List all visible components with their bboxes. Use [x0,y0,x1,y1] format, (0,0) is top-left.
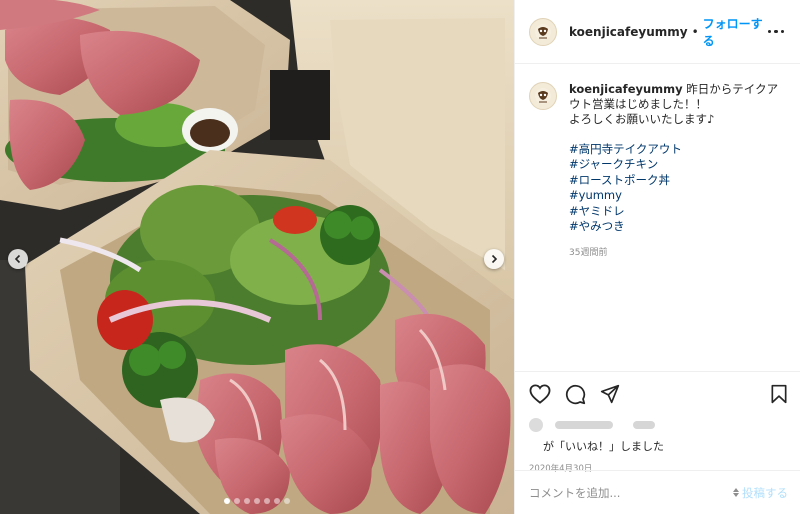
hashtag-link[interactable]: #高円寺テイクアウト [569,142,778,157]
caption-text: 昨日からテイクア [686,82,779,96]
carousel-dot [264,498,270,504]
cafe-logo-icon [535,23,551,40]
carousel-dot [254,498,260,504]
comment-button[interactable] [565,384,586,405]
caption-avatar[interactable] [529,82,557,110]
action-bar [515,372,800,408]
post-comment-label: 投稿する [742,485,788,500]
carousel-dot [234,498,240,504]
caption-body: koenjicafeyummy 昨日からテイクア ウト営業はじめました！！ よろ… [569,82,778,261]
avatar[interactable] [529,17,557,46]
caption-line-2: ウト営業はじめました！！ [569,97,707,111]
hashtag-link[interactable]: #ローストポーク丼 [569,173,778,188]
instagram-post-view: koenjicafeyummy • フォローする koenjicafeyummy… [0,0,800,514]
carousel-next-button[interactable] [484,249,504,269]
carousel-dot [244,498,250,504]
chevron-right-icon [491,254,498,264]
more-options-icon[interactable] [764,26,789,38]
liked-by-row [515,408,800,432]
caption-line-3: よろしくお願いいたします♪ [569,112,715,126]
follow-button[interactable]: フォローする [703,15,764,49]
carousel-indicator [0,498,514,504]
hashtag-link[interactable]: #ヤミドレ [569,204,778,219]
bookmark-icon [771,384,787,404]
share-button[interactable] [600,384,620,404]
like-button[interactable] [529,384,551,404]
comment-icon [565,384,586,404]
post-side-panel: koenjicafeyummy • フォローする koenjicafeyummy… [514,0,800,514]
header-username[interactable]: koenjicafeyummy [569,25,688,39]
hashtag-list: #高円寺テイクアウト #ジャークチキン #ローストポーク丼 #yummy #ヤミ… [569,142,778,234]
comment-box: 投稿する [515,470,800,514]
hashtag-link[interactable]: #ジャークチキン [569,157,778,172]
post-header: koenjicafeyummy • フォローする [515,0,800,64]
caption-time-ago[interactable]: 35週間前 [569,246,778,261]
caption-username[interactable]: koenjicafeyummy [569,82,683,96]
caption-line-1: koenjicafeyummy 昨日からテイクア [569,82,778,97]
post-comment-button[interactable]: 投稿する [733,485,788,501]
comment-input[interactable] [529,485,699,500]
liker-count-blurred[interactable] [633,421,655,429]
hashtag-link[interactable]: #やみつき [569,219,778,234]
post-photo[interactable] [0,0,514,514]
save-button[interactable] [770,384,788,404]
post-actions-area: が「いいね！」しました 2020年4月30日 [515,371,800,474]
liked-by-text: が「いいね！」しました [543,440,664,453]
cafe-logo-icon [535,88,551,104]
carousel-prev-button[interactable] [8,249,28,269]
hashtag-link[interactable]: #yummy [569,188,778,203]
liker-name-blurred[interactable] [555,421,613,429]
heart-icon [529,384,551,404]
post-caption: koenjicafeyummy 昨日からテイクア ウト営業はじめました！！ よろ… [529,82,790,261]
chevron-left-icon [14,254,21,264]
header-separator: • [691,24,699,39]
liker-avatar[interactable] [529,418,543,432]
carousel-dot [284,498,290,504]
carousel-dot [274,498,280,504]
stepper-icon [733,488,739,497]
carousel-dot [224,498,230,504]
share-icon [600,384,620,404]
food-photo-illustration [0,0,514,514]
